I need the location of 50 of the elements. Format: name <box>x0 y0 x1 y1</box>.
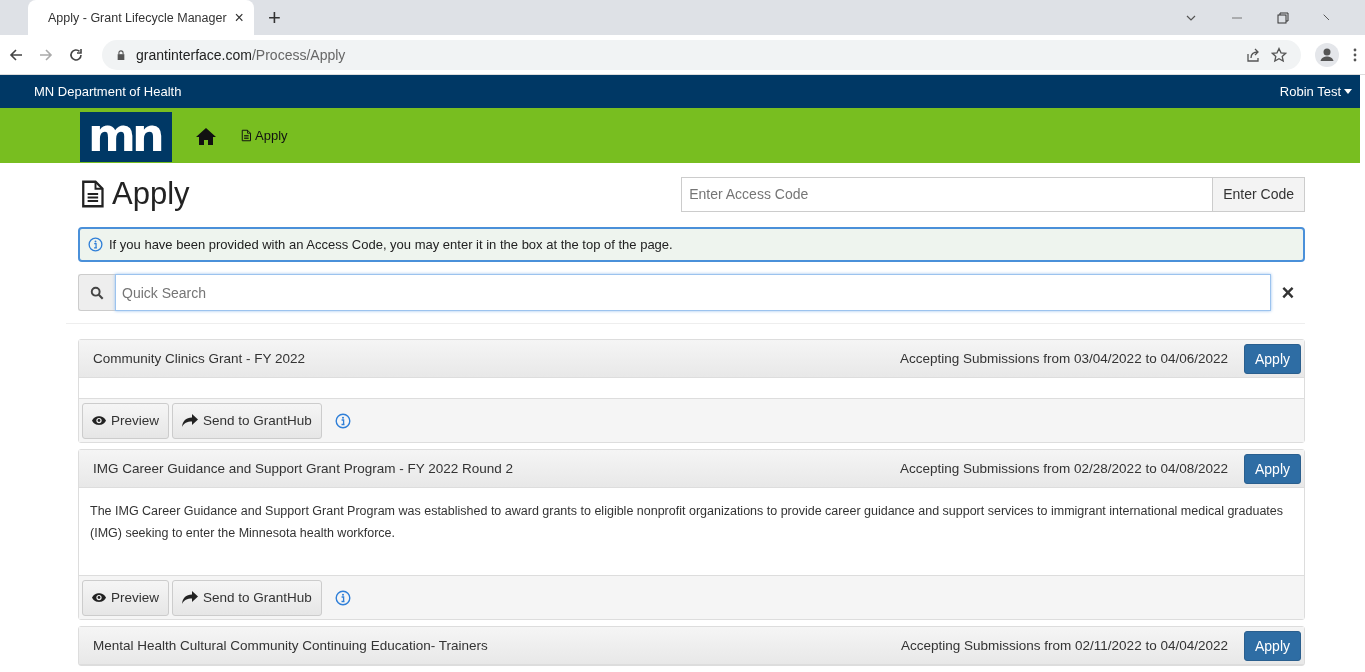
home-icon[interactable] <box>196 126 216 145</box>
organization-name: MN Department of Health <box>34 84 182 99</box>
star-icon[interactable] <box>1271 46 1287 63</box>
submission-dates: Accepting Submissions from 03/04/2022 to 04/06/2022 <box>900 351 1228 366</box>
more-icon[interactable] <box>1353 46 1357 63</box>
send-button[interactable]: Send to GrantHub <box>172 402 322 439</box>
eye-icon <box>92 415 106 426</box>
share-arrow-icon <box>182 413 198 428</box>
access-code-field[interactable]: Enter Access Code <box>681 176 1214 212</box>
search-icon <box>90 285 104 300</box>
eye-icon <box>92 592 106 603</box>
grant-name: Community Clinics Grant - FY 2022 <box>93 351 306 366</box>
logo[interactable]: mn <box>80 112 172 162</box>
back-icon[interactable] <box>8 46 24 63</box>
info-icon <box>88 237 103 252</box>
user-menu[interactable]: Robin Test <box>1279 84 1352 99</box>
profile-icon[interactable] <box>1315 42 1339 67</box>
info-icon[interactable] <box>334 412 351 429</box>
lock-icon <box>116 48 126 61</box>
tab-title: Apply - Grant Lifecycle Manager <box>48 10 227 25</box>
page-title: Apply <box>112 176 190 212</box>
share-icon[interactable] <box>1245 46 1261 63</box>
url-domain: grantinterface.com <box>136 46 252 63</box>
close-tab-button[interactable]: × <box>234 8 244 27</box>
send-button[interactable]: Send to GrantHub <box>172 579 322 616</box>
submission-dates: Accepting Submissions from 02/28/2022 to 04/08/2022 <box>900 461 1228 476</box>
grant-description: The IMG Career Guidance and Support Grant Program was established to award grants to eligible nonprofit organizations to provide career guidance and support services to immigrant international medical graduates (IMG) seeking to enter the Minnesota health workforce. <box>90 503 1284 542</box>
enter-code-button[interactable]: Enter Code <box>1213 176 1305 212</box>
clear-search-button[interactable]: × <box>1271 274 1305 311</box>
new-tab-button[interactable]: + <box>268 4 281 31</box>
apply-button[interactable]: Apply <box>1243 343 1301 374</box>
apply-button[interactable]: Apply <box>1243 630 1301 661</box>
restore-icon[interactable] <box>1277 11 1289 24</box>
browser-tab[interactable]: Apply - Grant Lifecycle Manager × <box>28 0 254 35</box>
reload-icon[interactable] <box>68 46 84 63</box>
grant-name: Mental Health Cultural Community Continuing Education- Trainers <box>93 638 488 653</box>
grant-name: IMG Career Guidance and Support Grant Program - FY 2022 Round 2 <box>93 461 513 476</box>
address-bar[interactable]: grantinterface.com/Process/Apply <box>102 39 1301 70</box>
submission-dates: Accepting Submissions from 02/11/2022 to 04/04/2022 <box>901 638 1228 653</box>
preview-button[interactable]: Preview <box>82 579 169 616</box>
alert-text: If you have been provided with an Access Code, you may enter it in the box at the top of the page. <box>109 237 673 252</box>
document-icon <box>240 129 252 142</box>
caret-icon <box>1344 89 1352 94</box>
apply-button[interactable]: Apply <box>1243 453 1301 484</box>
info-icon[interactable] <box>334 589 351 606</box>
nav-link[interactable]: Apply <box>240 128 288 143</box>
url-path: /Process/Apply <box>251 46 346 63</box>
search-field[interactable]: Quick Search <box>115 274 1271 311</box>
share-arrow-icon <box>182 590 198 605</box>
preview-button[interactable]: Preview <box>82 402 169 439</box>
